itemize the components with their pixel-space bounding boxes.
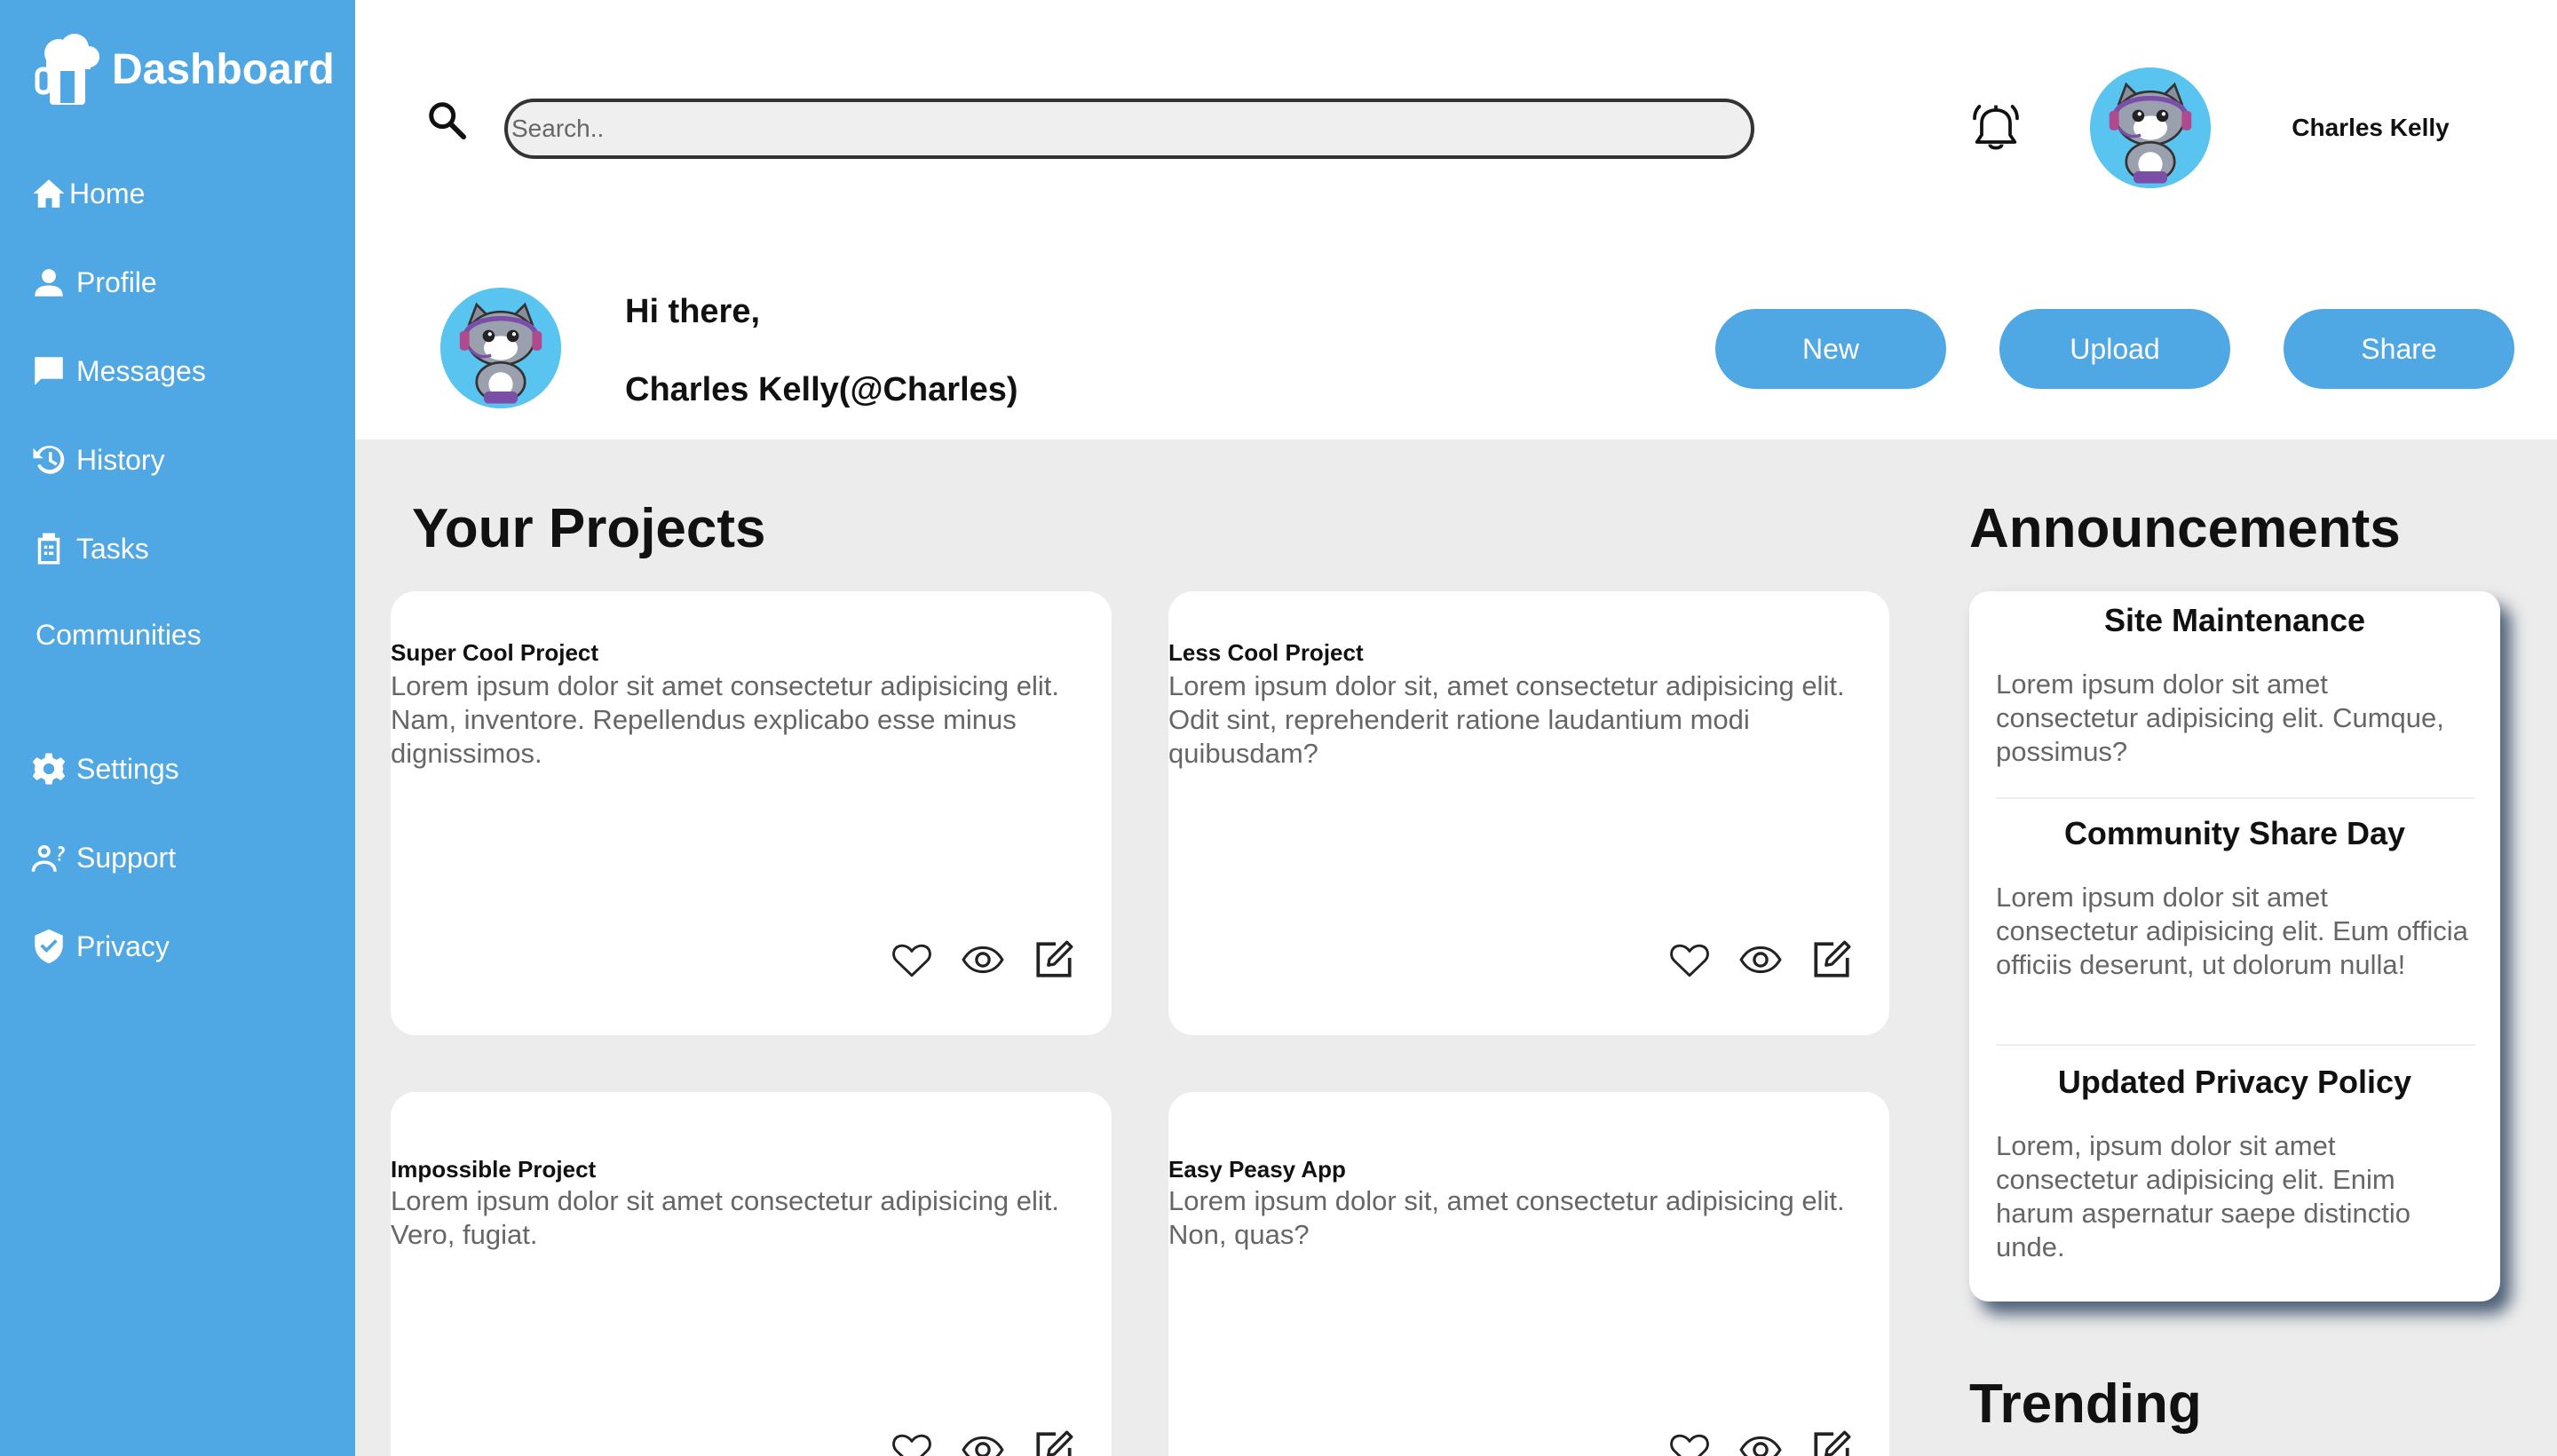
eye-icon[interactable]: [1738, 1428, 1783, 1456]
sidebar-item-label: Settings: [76, 752, 179, 785]
edit-icon[interactable]: [1032, 938, 1076, 982]
project-card[interactable]: Impossible Project Lorem ipsum dolor sit…: [391, 1092, 1112, 1456]
sidebar-item-history[interactable]: History: [30, 441, 165, 479]
sidebar-item-label: Communities: [36, 619, 202, 651]
announcement-body: Lorem ipsum dolor sit amet consectetur a…: [1996, 669, 2444, 767]
project-card[interactable]: Super Cool Project Lorem ipsum dolor sit…: [391, 591, 1112, 1035]
sidebar-item-label: Profile: [76, 265, 157, 298]
announcement-title: Community Share Day: [2063, 815, 2406, 851]
support-icon: [31, 845, 65, 872]
header-username[interactable]: Charles Kelly: [2273, 114, 2468, 142]
cat-avatar-icon: [440, 288, 561, 408]
cat-avatar-icon: [2090, 67, 2211, 188]
sidebar-item-home[interactable]: Home: [30, 175, 145, 212]
gear-icon: [32, 753, 66, 785]
avatar[interactable]: [2090, 67, 2211, 188]
user-handle: Charles Kelly(@Charles): [625, 371, 1018, 408]
project-title: Super Cool Project: [391, 639, 599, 666]
sidebar-item-label: Privacy: [76, 930, 170, 962]
project-description: Lorem ipsum dolor sit amet consectetur a…: [391, 1185, 1059, 1250]
project-title: Impossible Project: [391, 1156, 597, 1183]
greeting-text: Hi there,: [625, 293, 761, 330]
bell-icon[interactable]: [1967, 99, 2024, 156]
shield-check-icon: [35, 929, 63, 964]
announcement-divider: [1996, 797, 2475, 799]
sidebar-item-label: Home: [69, 177, 146, 210]
sidebar: Dashboard Home Profile Messages History …: [0, 0, 355, 1456]
announcement-title: Updated Privacy Policy: [2057, 1064, 2412, 1100]
projects-heading: Your Projects: [412, 498, 766, 559]
heart-icon[interactable]: [890, 1428, 934, 1456]
project-description: Lorem ipsum dolor sit amet consectetur a…: [391, 670, 1059, 769]
sidebar-item-settings[interactable]: Settings: [30, 750, 179, 787]
sidebar-item-label: History: [76, 443, 165, 476]
clipboard-icon: [37, 533, 60, 565]
sidebar-item-support[interactable]: Support: [30, 839, 176, 876]
sidebar-item-messages[interactable]: Messages: [30, 352, 206, 390]
project-actions: [863, 938, 1076, 982]
profile-avatar: [440, 288, 561, 408]
project-actions: [1641, 938, 1854, 982]
person-icon: [35, 269, 63, 297]
trending-heading: Trending: [1969, 1373, 2202, 1435]
home-icon: [33, 179, 65, 208]
eye-icon[interactable]: [1738, 938, 1783, 982]
new-button[interactable]: New: [1715, 309, 1946, 389]
announcements-card: Site Maintenance Lorem ipsum dolor sit a…: [1969, 591, 2500, 1302]
sidebar-item-profile[interactable]: Profile: [30, 264, 157, 301]
heart-icon[interactable]: [1667, 938, 1712, 982]
eye-icon[interactable]: [961, 938, 1005, 982]
eye-icon[interactable]: [961, 1428, 1005, 1456]
sidebar-item-tasks[interactable]: Tasks: [30, 530, 149, 567]
project-card[interactable]: Less Cool Project Lorem ipsum dolor sit,…: [1168, 591, 1889, 1035]
announcement-divider: [1996, 1044, 2475, 1046]
heart-icon[interactable]: [1667, 1428, 1712, 1456]
brand[interactable]: Dashboard: [34, 32, 335, 107]
project-card[interactable]: Easy Peasy App Lorem ipsum dolor sit, am…: [1168, 1092, 1889, 1456]
sidebar-item-label: Support: [76, 841, 177, 874]
brand-title: Dashboard: [112, 45, 335, 93]
project-title: Less Cool Project: [1168, 639, 1364, 666]
project-actions: [863, 1428, 1076, 1456]
announcement-body: Lorem, ipsum dolor sit amet consectetur …: [1996, 1130, 2411, 1262]
edit-icon[interactable]: [1032, 1428, 1076, 1456]
edit-icon[interactable]: [1809, 938, 1854, 982]
heart-icon[interactable]: [890, 938, 934, 982]
project-actions: [1641, 1428, 1854, 1456]
header: Charles Kelly Hi there, Charles Kelly(@C…: [355, 0, 2557, 439]
project-title: Easy Peasy App: [1168, 1156, 1346, 1183]
coffee-cup-logo-icon: [35, 34, 99, 105]
search-icon[interactable]: [426, 99, 467, 140]
share-button[interactable]: Share: [2284, 309, 2514, 389]
announcement-title: Site Maintenance: [2103, 602, 2366, 638]
edit-icon[interactable]: [1809, 1428, 1854, 1456]
sidebar-item-privacy[interactable]: Privacy: [30, 928, 170, 965]
project-description: Lorem ipsum dolor sit, amet consectetur …: [1168, 670, 1845, 769]
upload-button[interactable]: Upload: [1999, 309, 2230, 389]
announcements-heading: Announcements: [1969, 498, 2401, 559]
chat-icon: [35, 357, 63, 385]
sidebar-item-label: Tasks: [76, 532, 149, 565]
history-icon: [33, 446, 65, 474]
sidebar-item-communities[interactable]: Communities: [36, 619, 202, 652]
search-input[interactable]: [504, 99, 1754, 159]
sidebar-item-label: Messages: [76, 354, 206, 387]
announcement-body: Lorem ipsum dolor sit amet consectetur a…: [1996, 882, 2468, 980]
project-description: Lorem ipsum dolor sit, amet consectetur …: [1168, 1185, 1845, 1250]
